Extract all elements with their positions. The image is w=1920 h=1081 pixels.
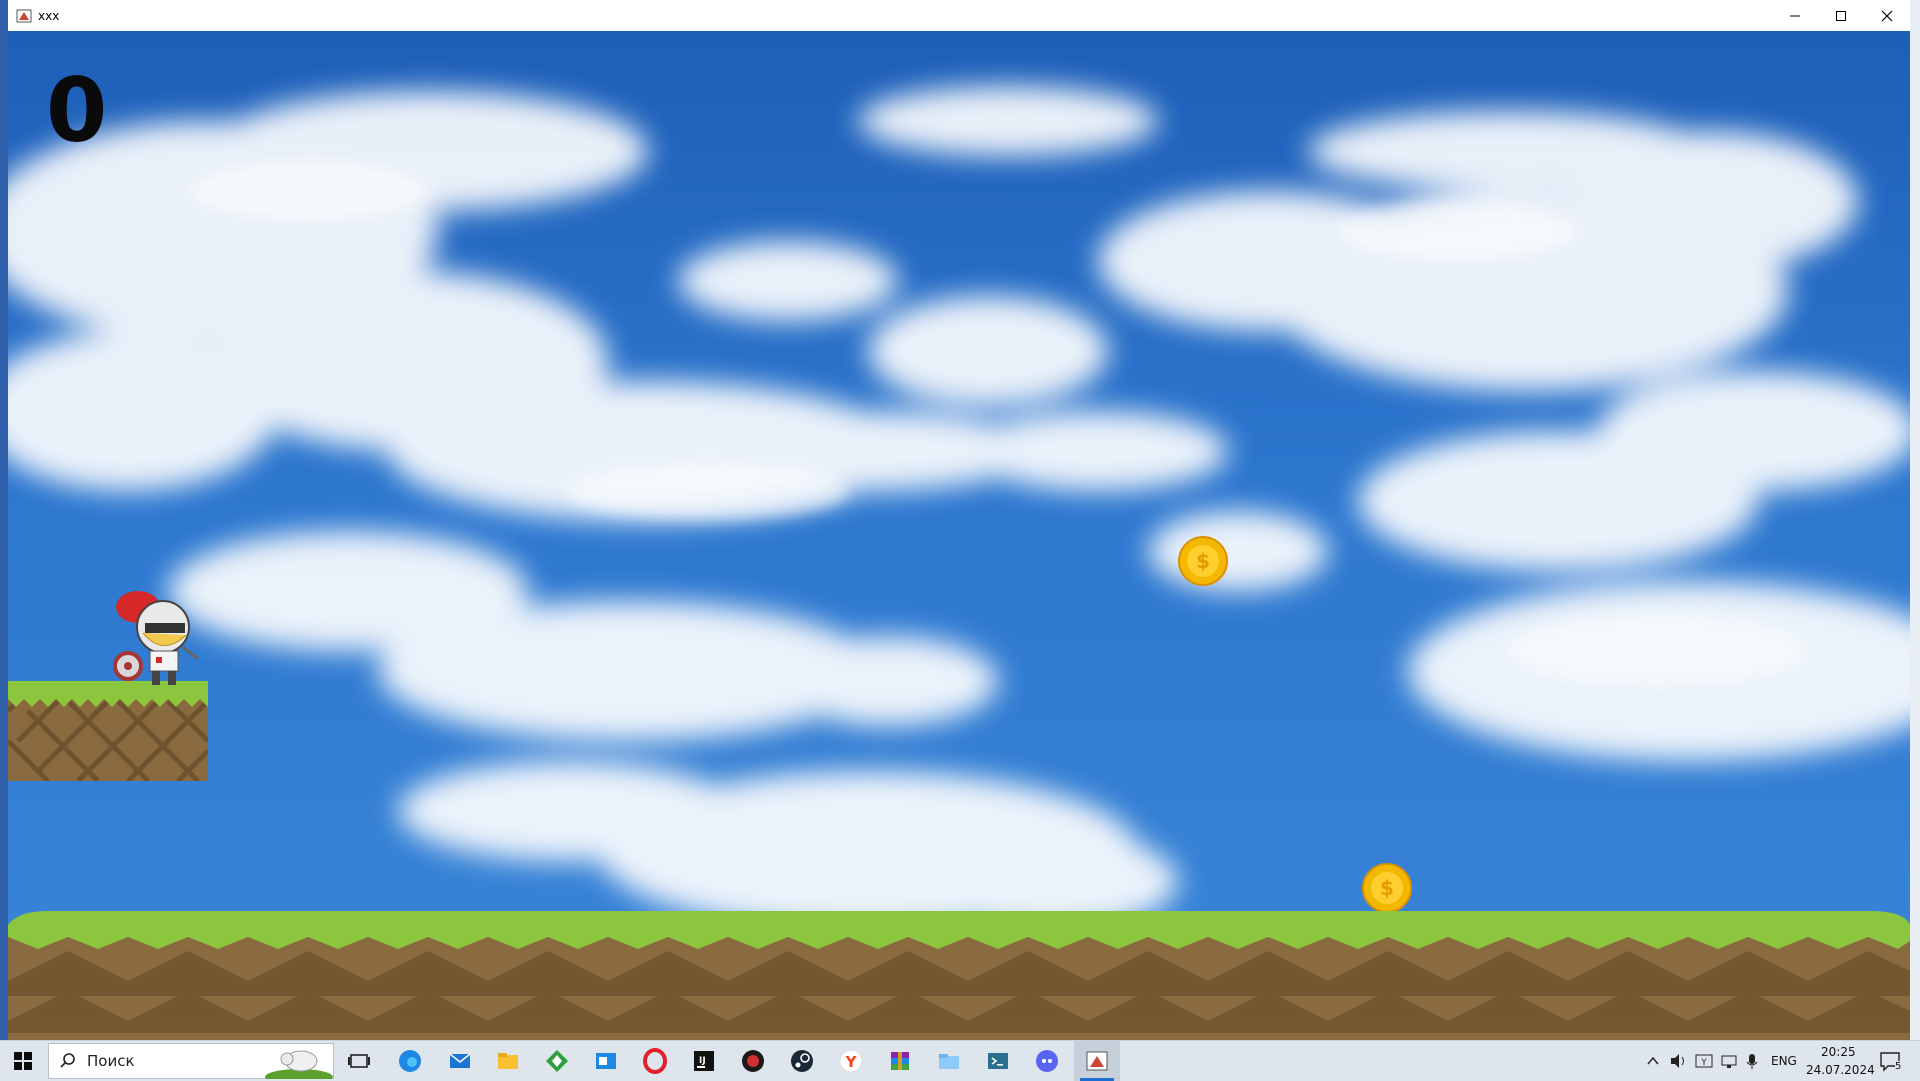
steam-icon[interactable] — [788, 1047, 816, 1075]
desktop-background-right — [1910, 0, 1920, 1040]
opera-browser-icon[interactable] — [641, 1047, 669, 1075]
chevron-up-icon[interactable] — [1645, 1047, 1661, 1075]
yandex-browser-icon[interactable]: Y — [837, 1047, 865, 1075]
discord-icon[interactable] — [1033, 1047, 1061, 1075]
maximize-icon — [1836, 10, 1846, 21]
close-icon — [1881, 10, 1893, 21]
ground-terrain — [8, 911, 1910, 1040]
green-diamond-app-icon[interactable] — [543, 1047, 571, 1075]
search-placeholder: Поиск — [87, 1052, 135, 1070]
svg-text:$: $ — [1196, 549, 1210, 573]
desktop-background-left — [0, 0, 8, 1040]
network-icon[interactable] — [1719, 1047, 1739, 1075]
terminal-icon[interactable] — [984, 1047, 1012, 1075]
java-game-taskbar-icon — [1086, 1051, 1108, 1071]
mail-icon[interactable] — [446, 1047, 474, 1075]
close-button[interactable] — [1864, 0, 1910, 31]
maximize-button[interactable] — [1818, 0, 1864, 31]
svg-text:Y: Y — [1700, 1058, 1707, 1068]
taskbar-search-box[interactable]: Поиск — [48, 1043, 334, 1079]
folder-app-icon[interactable] — [935, 1047, 963, 1075]
intellij-idea-icon[interactable]: IJ — [690, 1047, 718, 1075]
clock-date[interactable]: 24.07.2024 — [1806, 1063, 1875, 1077]
red-game-app-icon[interactable] — [739, 1047, 767, 1075]
java-app-icon — [16, 9, 32, 22]
window-title: xxx — [38, 8, 60, 23]
minimize-button[interactable] — [1772, 0, 1818, 31]
game-canvas[interactable]: 0 $ $ — [8, 31, 1910, 1040]
active-app-highlight[interactable] — [1074, 1041, 1120, 1081]
language-indicator[interactable]: ENG — [1771, 1054, 1797, 1068]
coin-sprite: $ — [1178, 536, 1228, 586]
search-icon — [60, 1053, 75, 1068]
minimize-icon — [1790, 15, 1800, 16]
clock-time[interactable]: 20:25 — [1821, 1045, 1856, 1059]
yandex-disk-icon[interactable]: Y — [1694, 1047, 1714, 1075]
winrar-icon[interactable] — [886, 1047, 914, 1075]
notification-count-badge: 5 — [1895, 1061, 1902, 1072]
sky-background — [8, 86, 1910, 931]
grass-platform — [8, 681, 208, 781]
windows-start-icon[interactable] — [8, 1049, 38, 1073]
svg-text:IJ: IJ — [699, 1056, 706, 1066]
sheep-search-highlight-icon — [265, 1050, 333, 1079]
file-explorer-icon[interactable] — [494, 1047, 522, 1075]
svg-text:$: $ — [1380, 876, 1394, 900]
knight-player-sprite — [113, 591, 199, 685]
edge-browser-icon[interactable] — [396, 1047, 424, 1075]
microphone-icon[interactable] — [1743, 1047, 1761, 1075]
svg-text:Y: Y — [845, 1053, 858, 1071]
windows-taskbar: Поиск IJ Y Y ENG 20:25 24.07.2024 5 — [0, 1040, 1920, 1081]
score-counter: 0 — [46, 59, 108, 162]
window-titlebar[interactable]: xxx — [8, 0, 1910, 32]
volume-icon[interactable] — [1668, 1047, 1688, 1075]
window-app-icon[interactable] — [592, 1047, 620, 1075]
task-view-icon[interactable] — [345, 1047, 373, 1075]
coin-sprite: $ — [1362, 863, 1412, 913]
